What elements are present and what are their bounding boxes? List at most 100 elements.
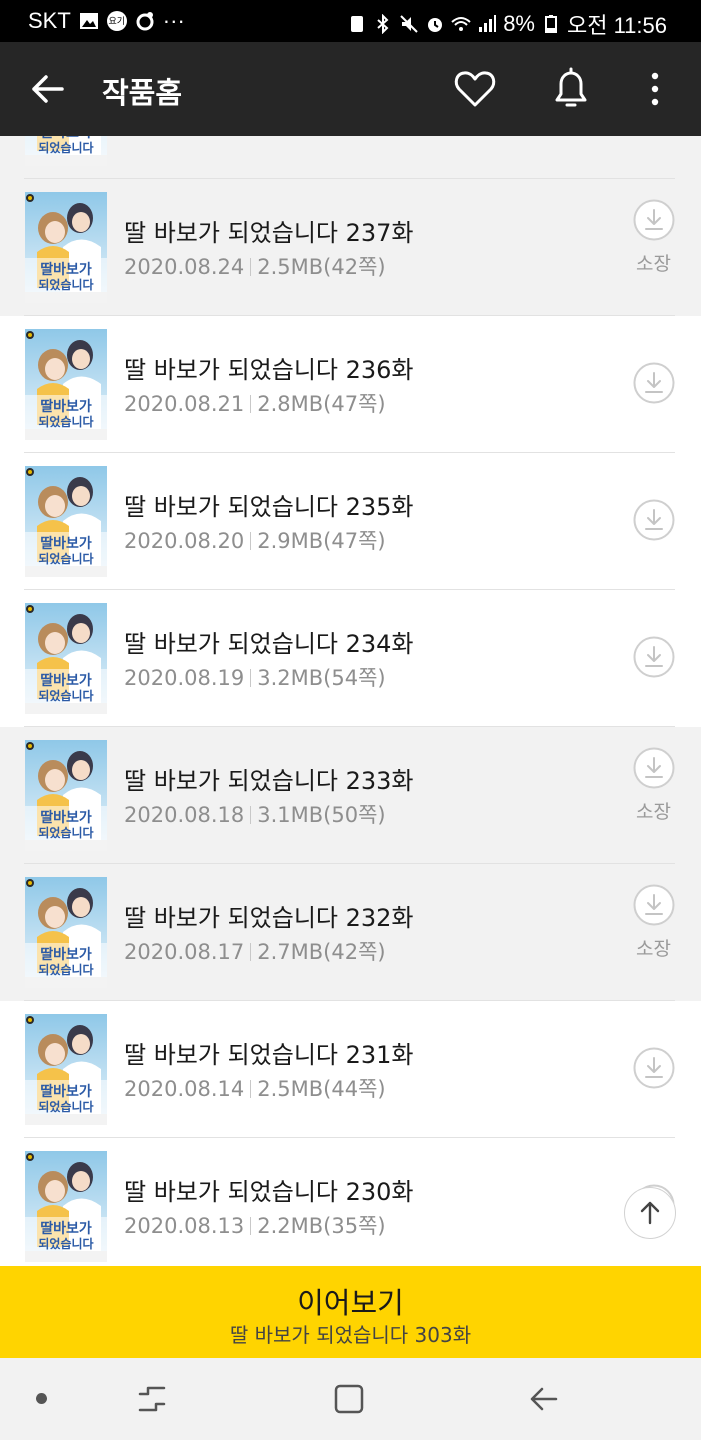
system-nav-bar — [0, 1358, 701, 1440]
continue-episode: 딸 바보가 되었습니다 303화 — [229, 1323, 472, 1347]
clock: 오전 11:56 — [566, 13, 667, 38]
mute-icon — [400, 15, 418, 33]
episode-title: 딸 바보가 되었습니다 235화 — [124, 493, 414, 521]
svg-text:되었습니다: 되었습니다 — [38, 140, 93, 155]
episode-title: 딸 바보가 되었습니다 237화 — [124, 219, 414, 247]
episode-row[interactable]: 딸바보가 되었습니다 소장 — [0, 136, 701, 179]
episode-size: 2.8MB(47쪽) — [257, 392, 386, 416]
owned-label: 소장 — [636, 801, 671, 823]
episode-list[interactable]: 딸바보가 되었습니다 소장 딸바보가 되었습니다 딸 바보가 되었습니다 237… — [0, 136, 701, 1266]
nav-dot-icon[interactable] — [36, 1393, 47, 1404]
status-bar: SKT 요기요 ··· 8% 오전 11:56 — [0, 0, 701, 46]
episode-title: 딸 바보가 되었습니다 233화 — [124, 767, 414, 795]
episode-size: 2.2MB(35쪽) — [257, 1214, 386, 1238]
svg-text:딸바보가: 딸바보가 — [40, 1083, 92, 1100]
svg-text:되었습니다: 되었습니다 — [38, 1236, 93, 1251]
alarm-icon — [428, 18, 443, 32]
more-notifications: ··· — [162, 8, 185, 33]
back-arrow-icon[interactable] — [28, 67, 68, 111]
episode-meta: 2020.08.17 2.7MB(42쪽) — [124, 936, 386, 966]
svg-text:되었습니다: 되었습니다 — [38, 825, 93, 840]
scroll-to-top-button[interactable] — [624, 1187, 676, 1239]
episode-title: 딸 바보가 되었습니다 231화 — [124, 1041, 414, 1069]
episode-size: 2.9MB(47쪽) — [257, 529, 386, 553]
svg-text:딸바보가: 딸바보가 — [40, 1220, 92, 1237]
episode-size: 2.5MB(42쪽) — [257, 255, 386, 279]
sim-icon — [351, 16, 364, 32]
svg-text:딸바보가: 딸바보가 — [40, 398, 92, 415]
meta-divider — [250, 669, 252, 687]
download-icon[interactable] — [633, 499, 675, 541]
episode-row[interactable]: 딸바보가 되었습니다 딸 바보가 되었습니다 230화 2020.08.13 2.… — [0, 1138, 701, 1266]
bluetooth-icon — [377, 14, 389, 34]
gallery-icon — [79, 13, 98, 29]
episode-row[interactable]: 딸바보가 되었습니다 딸 바보가 되었습니다 237화 2020.08.24 2.… — [0, 179, 701, 316]
page-title: 작품홈 — [102, 76, 183, 110]
download-icon[interactable] — [633, 636, 675, 678]
download-icon[interactable] — [633, 199, 675, 241]
meta-divider — [250, 532, 252, 550]
episode-title: 딸 바보가 되었습니다 230화 — [124, 1178, 414, 1206]
home-icon[interactable] — [328, 1380, 368, 1418]
episode-title: 딸 바보가 되었습니다 234화 — [124, 630, 414, 658]
episode-title: 딸 바보가 되었습니다 236화 — [124, 356, 414, 384]
kakao-badge-icon: 요기요 — [106, 11, 127, 46]
episode-row[interactable]: 딸바보가 되었습니다 딸 바보가 되었습니다 232화 2020.08.17 2.… — [0, 864, 701, 1001]
episode-meta: 2020.08.18 3.1MB(50쪽) — [124, 799, 386, 829]
episode-thumbnail: 딸바보가 되었습니다 — [25, 1151, 107, 1262]
episode-date: 2020.08.14 — [124, 1077, 245, 1101]
download-icon[interactable] — [633, 884, 675, 926]
download-icon[interactable] — [633, 362, 675, 404]
svg-text:딸바보가: 딸바보가 — [40, 261, 92, 278]
meta-divider — [250, 1217, 252, 1235]
episode-date: 2020.08.21 — [124, 392, 245, 416]
svg-text:되었습니다: 되었습니다 — [38, 962, 93, 977]
episode-thumbnail: 딸바보가 되었습니다 — [25, 329, 107, 440]
battery-icon — [544, 15, 557, 33]
episode-date: 2020.08.18 — [124, 803, 245, 827]
heart-icon[interactable] — [452, 66, 498, 112]
meta-divider — [250, 258, 252, 276]
episode-date: 2020.08.19 — [124, 666, 245, 690]
recent-apps-icon[interactable] — [132, 1380, 172, 1418]
meta-divider — [250, 806, 252, 824]
continue-reading-button[interactable]: 이어보기 딸 바보가 되었습니다 303화 — [0, 1266, 701, 1358]
episode-row[interactable]: 딸바보가 되었습니다 딸 바보가 되었습니다 234화 2020.08.19 3.… — [0, 590, 701, 727]
episode-meta: 2020.08.14 2.5MB(44쪽) — [124, 1073, 386, 1103]
app-notification-icon — [136, 12, 154, 31]
arrow-up-icon — [640, 1201, 660, 1225]
episode-thumbnail: 딸바보가 되었습니다 — [25, 1014, 107, 1125]
svg-text:딸바보가: 딸바보가 — [40, 946, 92, 963]
download-icon[interactable] — [633, 747, 675, 789]
episode-thumbnail: 딸바보가 되었습니다 — [25, 466, 107, 577]
owned-label: 소장 — [636, 253, 671, 275]
episode-thumbnail: 딸바보가 되었습니다 — [25, 877, 107, 988]
back-icon[interactable] — [524, 1380, 564, 1418]
episode-row[interactable]: 딸바보가 되었습니다 딸 바보가 되었습니다 231화 2020.08.14 2.… — [0, 1001, 701, 1138]
owned-label: 소장 — [636, 938, 671, 960]
svg-text:딸바보가: 딸바보가 — [40, 809, 92, 826]
episode-size: 2.5MB(44쪽) — [257, 1077, 386, 1101]
svg-text:되었습니다: 되었습니다 — [38, 551, 93, 566]
episode-thumbnail: 딸바보가 되었습니다 — [25, 603, 107, 714]
episode-size: 2.7MB(42쪽) — [257, 940, 386, 964]
app-bar: 작품홈 — [0, 42, 701, 136]
episode-row[interactable]: 딸바보가 되었습니다 딸 바보가 되었습니다 233화 2020.08.18 3.… — [0, 727, 701, 864]
bell-icon[interactable] — [548, 64, 594, 114]
carrier-label: SKT — [28, 8, 71, 33]
episode-meta: 2020.08.19 3.2MB(54쪽) — [124, 662, 386, 692]
download-icon[interactable] — [633, 1047, 675, 1089]
svg-text:되었습니다: 되었습니다 — [38, 414, 93, 429]
episode-meta: 2020.08.21 2.8MB(47쪽) — [124, 388, 386, 418]
meta-divider — [250, 1080, 252, 1098]
episode-date: 2020.08.24 — [124, 255, 245, 279]
more-vertical-icon[interactable] — [640, 66, 670, 112]
episode-meta: 2020.08.20 2.9MB(47쪽) — [124, 525, 386, 555]
battery-percent: 8% — [503, 11, 535, 36]
episode-title: 딸 바보가 되었습니다 232화 — [124, 904, 414, 932]
episode-meta: 2020.08.24 2.5MB(42쪽) — [124, 251, 386, 281]
episode-row[interactable]: 딸바보가 되었습니다 딸 바보가 되었습니다 235화 2020.08.20 2.… — [0, 453, 701, 590]
episode-date: 2020.08.20 — [124, 529, 245, 553]
svg-text:되었습니다: 되었습니다 — [38, 277, 93, 292]
episode-row[interactable]: 딸바보가 되었습니다 딸 바보가 되었습니다 236화 2020.08.21 2.… — [0, 316, 701, 453]
